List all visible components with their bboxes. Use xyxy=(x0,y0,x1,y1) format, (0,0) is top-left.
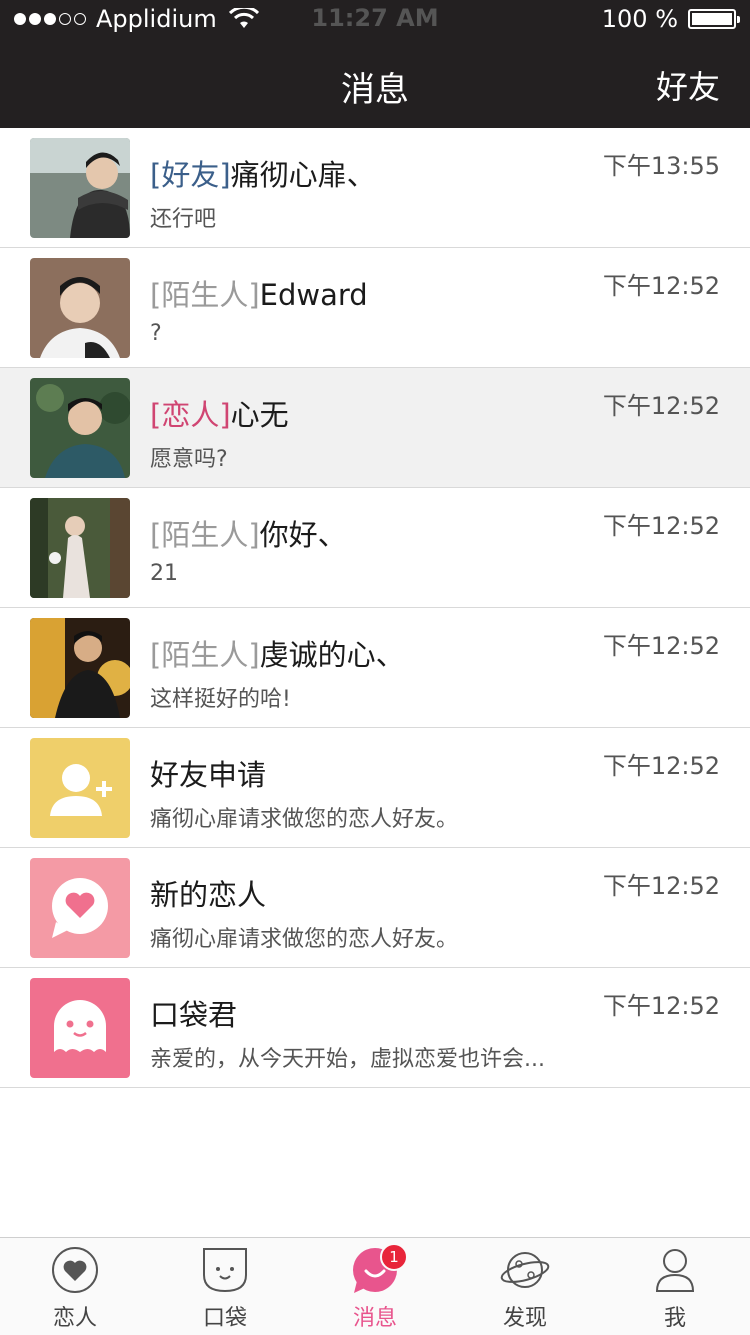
lover-tag: [恋人] xyxy=(150,398,231,432)
message-preview: 痛彻心扉请求做您的恋人好友。 xyxy=(150,927,459,952)
stranger-tag: [陌生人] xyxy=(150,638,260,672)
sender-name: 心无 xyxy=(230,398,289,432)
avatar[interactable] xyxy=(30,258,130,358)
message-row[interactable]: 新的恋人 痛彻心扉请求做您的恋人好友。 下午12:52 xyxy=(0,848,750,968)
message-row[interactable]: 好友申请 痛彻心扉请求做您的恋人好友。 下午12:52 xyxy=(0,728,750,848)
message-row[interactable]: [恋人]心无 愿意吗? 下午12:52 xyxy=(0,368,750,488)
message-row[interactable]: [陌生人]Edward ? 下午12:52 xyxy=(0,248,750,368)
unread-badge: 1 xyxy=(380,1243,408,1271)
message-title: [恋人]心无 xyxy=(150,392,289,434)
page-title: 消息 xyxy=(341,70,409,110)
message-preview: 痛彻心扉请求做您的恋人好友。 xyxy=(150,807,459,832)
battery-percent: 100 % xyxy=(601,5,678,33)
message-title: 新的恋人 xyxy=(150,878,267,912)
message-time: 下午12:52 xyxy=(602,992,720,1020)
message-preview: 还行吧 xyxy=(150,207,217,232)
message-time: 下午12:52 xyxy=(602,512,720,540)
stranger-tag: [陌生人] xyxy=(150,278,260,312)
avatar[interactable] xyxy=(30,618,130,718)
message-time: 下午13:55 xyxy=(602,152,720,180)
tab-label: 恋人 xyxy=(52,1306,97,1331)
ghost-icon[interactable] xyxy=(30,978,130,1078)
message-time: 下午12:52 xyxy=(602,632,720,660)
message-preview: 21 xyxy=(150,561,178,586)
tab-label: 我 xyxy=(663,1306,686,1331)
top-bar: Applidium 11:27 AM 100 % 消息 好友 xyxy=(0,0,750,128)
message-preview: 这样挺好的哈! xyxy=(150,687,291,712)
tab-label: 发现 xyxy=(502,1306,547,1331)
sender-name: 虔诚的心、 xyxy=(259,638,405,672)
pocket-icon xyxy=(203,1248,247,1293)
message-title: 好友申请 xyxy=(150,758,267,792)
message-row[interactable]: 口袋君 亲爱的，从今天开始，虚拟恋爱也许会... 下午12:52 xyxy=(0,968,750,1088)
sender-name: 痛彻心扉、 xyxy=(230,158,376,192)
message-time: 下午12:52 xyxy=(602,872,720,900)
tab-label: 消息 xyxy=(352,1306,397,1331)
sender-name: Edward xyxy=(259,278,368,312)
message-row[interactable]: [陌生人]虔诚的心、 这样挺好的哈! 下午12:52 xyxy=(0,608,750,728)
tab-label: 口袋 xyxy=(202,1306,247,1331)
status-bar: Applidium 11:27 AM 100 % xyxy=(0,0,750,40)
avatar[interactable] xyxy=(30,498,130,598)
message-title: 口袋君 xyxy=(150,998,238,1032)
tab-me[interactable]: 我 xyxy=(600,1238,750,1335)
tab-lover[interactable]: 恋人 xyxy=(0,1238,150,1335)
battery-icon xyxy=(688,9,740,29)
message-title: [陌生人]你好、 xyxy=(150,512,347,554)
planet-icon xyxy=(500,1252,550,1288)
tab-messages[interactable]: 1 消息 xyxy=(300,1238,450,1335)
message-row[interactable]: [好友]痛彻心扉、 还行吧 下午13:55 xyxy=(0,128,750,248)
message-time: 下午12:52 xyxy=(602,752,720,780)
message-title: [陌生人]Edward xyxy=(150,272,368,314)
message-title: [好友]痛彻心扉、 xyxy=(150,152,376,194)
avatar[interactable] xyxy=(30,378,130,478)
message-list: [好友]痛彻心扉、 还行吧 下午13:55 [陌生人]Edward ? 下午12… xyxy=(0,128,750,1088)
message-time: 下午12:52 xyxy=(602,272,720,300)
friend-tag: [好友] xyxy=(150,158,231,192)
stranger-tag: [陌生人] xyxy=(150,518,260,552)
message-preview: 愿意吗? xyxy=(150,447,228,472)
sender-name: 你好、 xyxy=(259,518,347,552)
message-preview: 亲爱的，从今天开始，虚拟恋爱也许会... xyxy=(150,1047,545,1072)
heart-bubble-icon[interactable] xyxy=(30,858,130,958)
avatar[interactable] xyxy=(30,138,130,238)
message-row[interactable]: [陌生人]你好、 21 下午12:52 xyxy=(0,488,750,608)
heart-icon xyxy=(52,1247,98,1293)
friends-button[interactable]: 好友 xyxy=(656,62,720,108)
message-title: [陌生人]虔诚的心、 xyxy=(150,632,405,674)
message-preview: ? xyxy=(150,321,162,346)
message-time: 下午12:52 xyxy=(602,392,720,420)
tab-bar: 恋人 口袋 1 消息 发现 我 xyxy=(0,1237,750,1335)
tab-discover[interactable]: 发现 xyxy=(450,1238,600,1335)
tab-pocket[interactable]: 口袋 xyxy=(150,1238,300,1335)
person-icon xyxy=(655,1249,695,1292)
add-friend-icon[interactable] xyxy=(30,738,130,838)
